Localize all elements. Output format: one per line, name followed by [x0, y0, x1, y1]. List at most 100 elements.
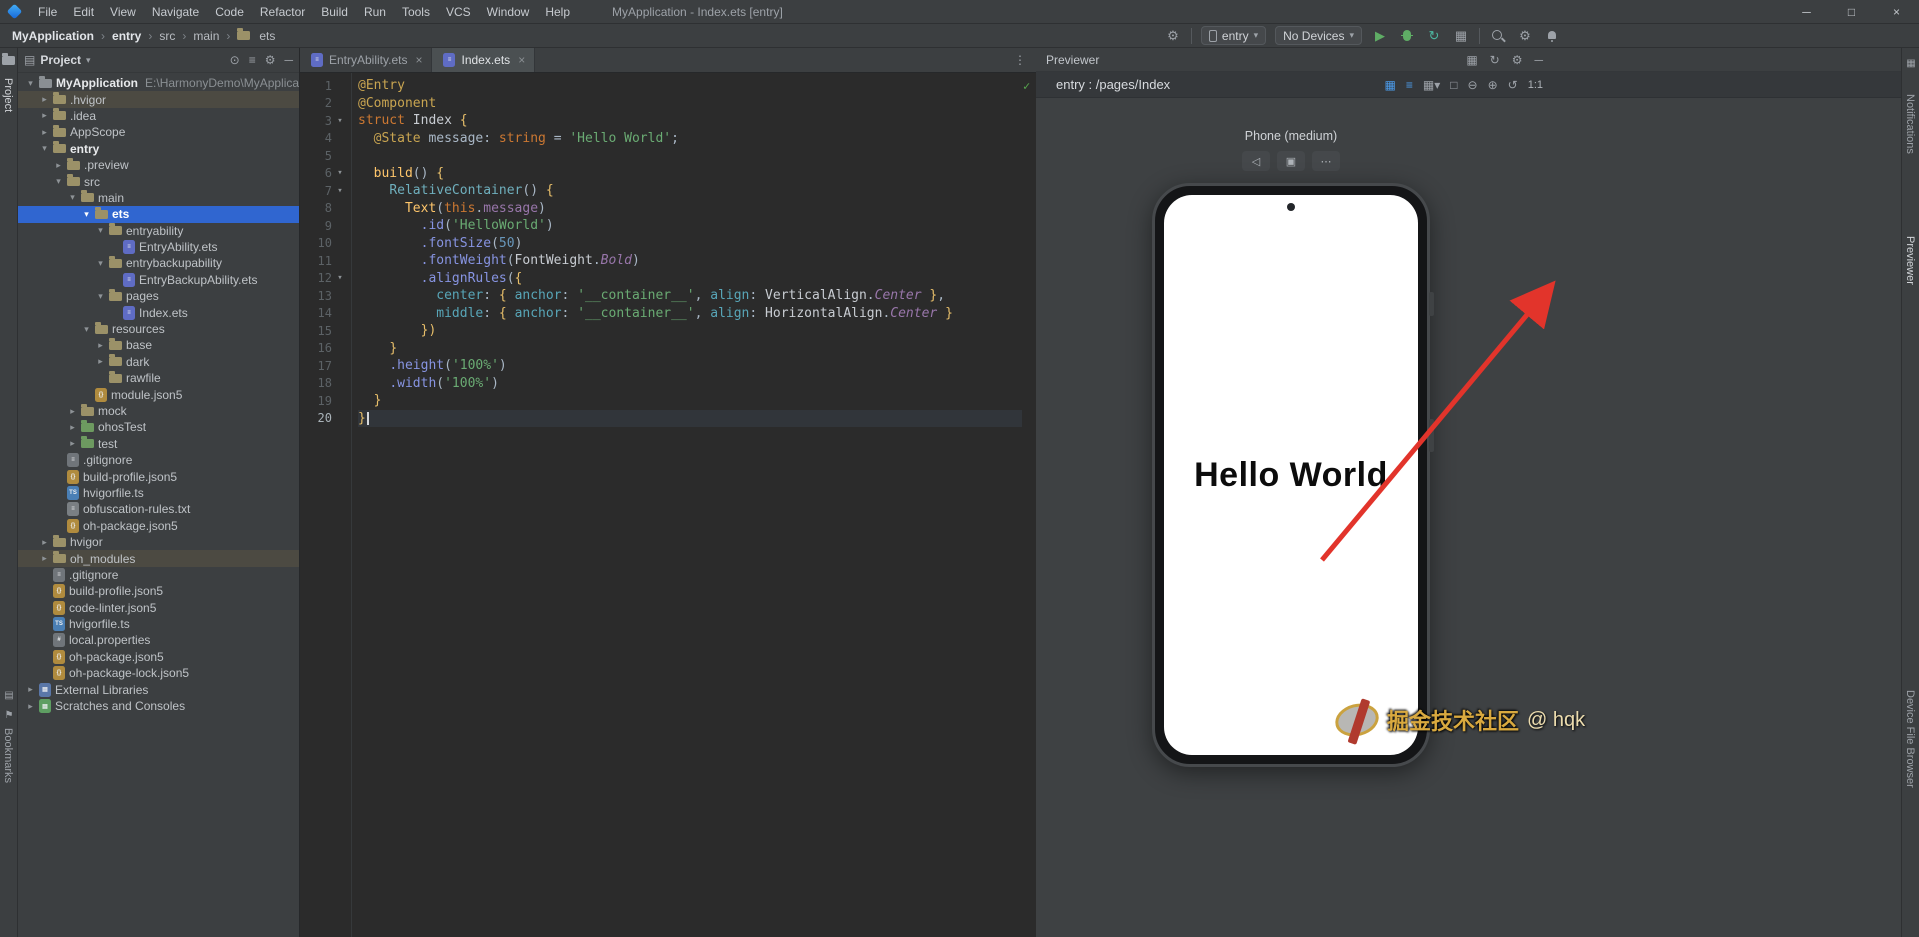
search-everywhere-icon[interactable] [1489, 27, 1507, 45]
tree-item-oh-package-lock-json5[interactable]: {} oh-package-lock.json5 [18, 665, 299, 681]
collapse-all-icon[interactable]: ≡ [249, 53, 256, 67]
chevron-right-icon[interactable]: ▸ [38, 553, 51, 564]
tree-item-preview[interactable]: ▸ .preview [18, 157, 299, 173]
breadcrumb-item-ets[interactable]: ets [257, 29, 277, 43]
tree-item-ets[interactable]: ▾ ets [18, 206, 299, 223]
chevron-down-icon[interactable]: ▾ [38, 143, 51, 154]
tree-item-entryability[interactable]: ▾ entryability [18, 223, 299, 239]
refresh-icon[interactable]: ↻ [1490, 53, 1500, 67]
menu-file[interactable]: File [30, 5, 65, 19]
tool-tab-notifications[interactable]: Notifications [1904, 94, 1916, 154]
chevron-right-icon[interactable]: ▸ [66, 438, 79, 449]
chevron-right-icon[interactable]: ▸ [38, 537, 51, 548]
tree-item-ohostest[interactable]: ▸ ohosTest [18, 419, 299, 435]
close-tab-icon[interactable]: × [415, 53, 422, 67]
layout-icon[interactable]: ▦ [1466, 53, 1477, 67]
hide-panel-icon[interactable]: ─ [284, 53, 293, 67]
ide-settings-icon[interactable]: ⚙ [1516, 27, 1534, 45]
tool-tab-bookmarks[interactable]: Bookmarks [2, 728, 14, 783]
tab-options-icon[interactable]: ⋮ [1004, 48, 1036, 72]
tree-item-main[interactable]: ▾ main [18, 190, 299, 206]
notifications-tool-icon[interactable]: ▦ [1904, 56, 1918, 70]
tree-item-external-libraries[interactable]: ▸ ▤ External Libraries [18, 681, 299, 697]
menu-build[interactable]: Build [313, 5, 356, 19]
editor-body[interactable]: 1 2 3 ▾ 4 5 6 ▾ 7 ▾ 8 9 10 11 12 ▾ 13 14 15 16 17 18 19 20 @Ent… [300, 73, 1036, 937]
chevron-right-icon[interactable]: ▸ [38, 110, 51, 121]
layers-icon[interactable]: ≡ [1406, 78, 1413, 92]
menu-view[interactable]: View [102, 5, 144, 19]
tree-item-dark[interactable]: ▸ dark [18, 354, 299, 370]
code-line-14[interactable]: middle: { anchor: '__container__', align… [358, 305, 1022, 323]
menu-navigate[interactable]: Navigate [144, 5, 207, 19]
chevron-right-icon[interactable]: ▸ [38, 127, 51, 138]
tree-item-build-profile-json5[interactable]: {} build-profile.json5 [18, 583, 299, 599]
tool-tab-device-file-browser[interactable]: Device File Browser [1904, 690, 1916, 788]
menu-code[interactable]: Code [207, 5, 252, 19]
menu-run[interactable]: Run [356, 5, 394, 19]
tree-item-index-ets[interactable]: ≡ Index.ets [18, 304, 299, 320]
chevron-down-icon[interactable]: ▾ [80, 209, 93, 220]
chevron-right-icon[interactable]: ▸ [66, 406, 79, 417]
fold-icon[interactable]: ▾ [332, 168, 348, 178]
code-line-16[interactable]: } [358, 340, 1022, 358]
tree-item-entry[interactable]: ▾ entry [18, 141, 299, 157]
tree-item-code-linter-json5[interactable]: {} code-linter.json5 [18, 600, 299, 616]
tree-item-idea[interactable]: ▸ .idea [18, 108, 299, 124]
tree-item-hvigorfile-ts[interactable]: TS hvigorfile.ts [18, 485, 299, 501]
inspect-icon[interactable]: ▦ [1385, 78, 1396, 92]
tree-item-scratches-and-consoles[interactable]: ▸ ▤ Scratches and Consoles [18, 698, 299, 714]
code-line-9[interactable]: .id('HelloWorld') [358, 217, 1022, 235]
menu-edit[interactable]: Edit [65, 5, 102, 19]
notifications-icon[interactable] [1543, 27, 1561, 45]
run-button[interactable]: ▶ [1371, 27, 1389, 45]
previewer-settings-icon[interactable]: ⚙ [1512, 53, 1523, 67]
fold-icon[interactable]: ▾ [332, 116, 348, 126]
chevron-down-icon[interactable]: ▾ [80, 324, 93, 335]
editor-scrollbar[interactable]: ✓ [1022, 73, 1036, 937]
zoom-out-icon[interactable]: ⊖ [1468, 78, 1478, 92]
breadcrumb-item-entry[interactable]: entry [110, 29, 143, 43]
chevron-down-icon[interactable]: ▾ [94, 225, 107, 236]
tree-item-gitignore[interactable]: ≡ .gitignore [18, 452, 299, 468]
chevron-right-icon[interactable]: ▸ [24, 684, 37, 695]
zoom-in-icon[interactable]: ⊕ [1488, 78, 1498, 92]
tree-item-obfuscation-rules-txt[interactable]: ≡ obfuscation-rules.txt [18, 501, 299, 517]
menu-vcs[interactable]: VCS [438, 5, 479, 19]
rotate-icon[interactable]: ↺ [1508, 78, 1518, 92]
code-line-6[interactable]: build() { [358, 165, 1022, 183]
code-line-5[interactable] [358, 147, 1022, 165]
chevron-right-icon[interactable]: ▸ [24, 701, 37, 712]
tree-item-local-properties[interactable]: # local.properties [18, 632, 299, 648]
tree-item-pages[interactable]: ▾ pages [18, 288, 299, 304]
code-line-3[interactable]: struct Index { [358, 112, 1022, 130]
more-options-button[interactable]: ⋯ [1312, 151, 1340, 171]
chevron-right-icon[interactable]: ▸ [94, 340, 107, 351]
chevron-right-icon[interactable]: ▸ [52, 160, 65, 171]
tree-item-mock[interactable]: ▸ mock [18, 403, 299, 419]
frame-select-icon[interactable]: □ [1450, 78, 1457, 92]
tree-item-oh-package-json5[interactable]: {} oh-package.json5 [18, 649, 299, 665]
chevron-right-icon[interactable]: ▸ [94, 356, 107, 367]
tree-item-oh-modules[interactable]: ▸ oh_modules [18, 550, 299, 567]
close-tab-icon[interactable]: × [518, 53, 525, 67]
code-line-15[interactable]: }) [358, 322, 1022, 340]
code-line-12[interactable]: .alignRules({ [358, 270, 1022, 288]
tab-entryability-ets[interactable]: ≡ EntryAbility.ets × [300, 48, 433, 72]
code-line-11[interactable]: .fontWeight(FontWeight.Bold) [358, 252, 1022, 270]
tree-item-entryability-ets[interactable]: ≡ EntryAbility.ets [18, 239, 299, 255]
tree-item-module-json5[interactable]: {} module.json5 [18, 386, 299, 402]
profiler-button[interactable]: ▦ [1452, 27, 1470, 45]
inspection-ok-icon[interactable]: ✓ [1023, 79, 1030, 93]
menu-window[interactable]: Window [479, 5, 538, 19]
tree-item-test[interactable]: ▸ test [18, 436, 299, 452]
zoom-ratio-label[interactable]: 1:1 [1528, 79, 1543, 91]
chevron-down-icon[interactable]: ▾ [94, 258, 107, 269]
locate-file-icon[interactable]: ⊙ [230, 53, 240, 67]
run-configuration-selector[interactable]: entry ▾ [1200, 26, 1267, 45]
tree-item-entrybackupability[interactable]: ▾ entrybackupability [18, 255, 299, 271]
chevron-down-icon[interactable]: ▾ [52, 176, 65, 187]
project-tool-icon[interactable] [2, 53, 15, 65]
tree-item-entrybackupability-ets[interactable]: ≡ EntryBackupAbility.ets [18, 272, 299, 288]
debug-button[interactable] [1398, 27, 1416, 45]
bookmark-tool-icon[interactable]: ⚑ [2, 708, 16, 722]
